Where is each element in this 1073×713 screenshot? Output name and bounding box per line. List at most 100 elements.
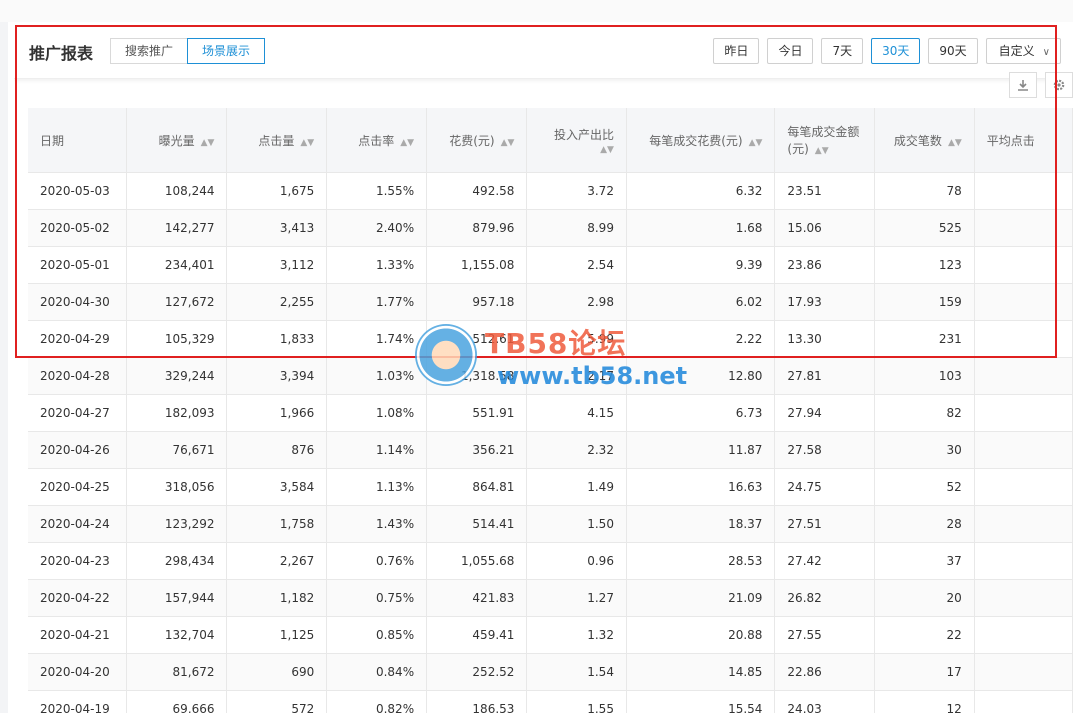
cell-cost-per-order: 11.87: [626, 431, 776, 469]
sort-icon[interactable]: ▲▼: [948, 138, 962, 148]
cell-date: 2020-04-26: [28, 431, 128, 469]
range-today-button[interactable]: 今日: [767, 38, 814, 64]
cell-avg-click: [974, 542, 1073, 580]
cell-ctr: 1.03%: [326, 357, 428, 395]
cell-cost-per-order: 6.73: [626, 394, 776, 432]
sort-icon[interactable]: ▲▼: [749, 138, 763, 148]
cell-clicks: 1,966: [226, 394, 328, 432]
table-row: 2020-05-03 108,244 1,675 1.55% 492.58 3.72 6.3…: [28, 172, 1073, 210]
cell-avg-click: [974, 357, 1073, 395]
custom-range-dropdown[interactable]: 自定义 ∨: [985, 38, 1061, 64]
cell-impressions: 182,093: [126, 394, 228, 432]
column-cost-per-order[interactable]: 每笔成交花费(元) ▲▼: [626, 108, 776, 173]
date-range-selector: 昨日 今日 7天 30天 90天 自定义 ∨: [713, 38, 1061, 64]
cell-roi: 2.32: [526, 431, 627, 469]
table-row: 2020-05-01 234,401 3,112 1.33% 1,155.08 2.54 9…: [28, 246, 1073, 284]
cell-avg-click: [974, 283, 1073, 321]
cell-roi: 1.54: [526, 653, 627, 691]
cell-spend: 1,055.68: [426, 542, 528, 580]
cell-order-count: 123: [874, 246, 975, 284]
sort-icon[interactable]: ▲▼: [201, 138, 215, 148]
sort-icon[interactable]: ▲▼: [501, 138, 515, 148]
column-ctr[interactable]: 点击率 ▲▼: [326, 108, 428, 173]
report-type-toggle: 搜索推广 场景展示: [110, 38, 266, 64]
column-amount-per-order[interactable]: 每笔成交金额(元) ▲▼: [774, 108, 876, 173]
tab-scene-display[interactable]: 场景展示: [187, 38, 266, 64]
cell-cost-per-order: 6.32: [626, 172, 776, 210]
tab-search-promotion[interactable]: 搜索推广: [110, 38, 189, 64]
cell-impressions: 108,244: [126, 172, 228, 210]
cell-spend: 957.18: [426, 283, 528, 321]
range-30days-button[interactable]: 30天: [871, 38, 921, 64]
range-90days-button[interactable]: 90天: [928, 38, 978, 64]
cell-order-count: 231: [874, 320, 975, 358]
table-row: 2020-04-23 298,434 2,267 0.76% 1,055.68 0.96 2…: [28, 542, 1073, 580]
cell-avg-click: [974, 616, 1073, 654]
cell-cost-per-order: 20.88: [626, 616, 776, 654]
report-header: 推广报表 搜索推广 场景展示 昨日 今日 7天 30天 90天 自定义 ∨: [14, 22, 1073, 79]
cell-ctr: 0.85%: [326, 616, 428, 654]
cell-order-count: 17: [874, 653, 975, 691]
cell-clicks: 1,758: [226, 505, 328, 543]
cell-roi: 5.99: [526, 320, 627, 358]
cell-clicks: 2,255: [226, 283, 328, 321]
range-yesterday-button[interactable]: 昨日: [713, 38, 760, 64]
cell-ctr: 0.76%: [326, 542, 428, 580]
cell-ctr: 0.82%: [326, 690, 428, 713]
column-roi[interactable]: 投入产出比 ▲▼: [526, 108, 627, 173]
cell-spend: 252.52: [426, 653, 528, 691]
cell-order-count: 525: [874, 209, 975, 247]
cell-spend: 186.53: [426, 690, 528, 713]
gear-icon[interactable]: [1045, 72, 1073, 98]
column-date: 日期: [28, 108, 128, 173]
cell-amount-per-order: 24.75: [774, 468, 876, 506]
cell-clicks: 2,267: [226, 542, 328, 580]
report-table: 日期 曝光量 ▲▼ 点击量 ▲▼ 点击率 ▲▼ 花费(元) ▲▼ 投入产出比 ▲▼ 每笔成…: [28, 108, 1073, 713]
cell-clicks: 1,675: [226, 172, 328, 210]
column-impressions[interactable]: 曝光量 ▲▼: [126, 108, 228, 173]
cell-order-count: 28: [874, 505, 975, 543]
left-sidebar-strip: [0, 0, 8, 713]
cell-order-count: 22: [874, 616, 975, 654]
cell-avg-click: [974, 172, 1073, 210]
cell-order-count: 20: [874, 579, 975, 617]
column-order-count[interactable]: 成交笔数 ▲▼: [874, 108, 975, 173]
column-clicks[interactable]: 点击量 ▲▼: [226, 108, 328, 173]
cell-date: 2020-04-20: [28, 653, 128, 691]
cell-clicks: 3,394: [226, 357, 328, 395]
column-spend[interactable]: 花费(元) ▲▼: [426, 108, 528, 173]
cell-date: 2020-04-24: [28, 505, 128, 543]
cell-spend: 421.83: [426, 579, 528, 617]
cell-cost-per-order: 14.85: [626, 653, 776, 691]
range-7days-button[interactable]: 7天: [821, 38, 864, 64]
cell-cost-per-order: 28.53: [626, 542, 776, 580]
cell-date: 2020-04-28: [28, 357, 128, 395]
cell-amount-per-order: 22.86: [774, 653, 876, 691]
sort-icon[interactable]: ▲▼: [815, 146, 829, 156]
cell-spend: 864.81: [426, 468, 528, 506]
sort-icon[interactable]: ▲▼: [539, 145, 614, 155]
cell-date: 2020-04-25: [28, 468, 128, 506]
cell-roi: 4.15: [526, 394, 627, 432]
cell-date: 2020-04-23: [28, 542, 128, 580]
cell-clicks: 876: [226, 431, 328, 469]
cell-ctr: 1.55%: [326, 172, 428, 210]
table-body: 2020-05-03 108,244 1,675 1.55% 492.58 3.72 6.3…: [28, 172, 1073, 713]
sort-icon[interactable]: ▲▼: [300, 138, 314, 148]
cell-roi: 1.55: [526, 690, 627, 713]
cell-ctr: 1.08%: [326, 394, 428, 432]
table-row: 2020-04-30 127,672 2,255 1.77% 957.18 2.98 6.0…: [28, 283, 1073, 321]
cell-avg-click: [974, 209, 1073, 247]
download-icon[interactable]: [1009, 72, 1037, 98]
cell-clicks: 1,125: [226, 616, 328, 654]
cell-date: 2020-04-27: [28, 394, 128, 432]
cell-ctr: 2.40%: [326, 209, 428, 247]
cell-roi: 1.49: [526, 468, 627, 506]
cell-date: 2020-05-03: [28, 172, 128, 210]
cell-order-count: 78: [874, 172, 975, 210]
cell-amount-per-order: 15.06: [774, 209, 876, 247]
cell-roi: 1.27: [526, 579, 627, 617]
sort-icon[interactable]: ▲▼: [400, 138, 414, 148]
cell-cost-per-order: 9.39: [626, 246, 776, 284]
report-panel: 推广报表 搜索推广 场景展示 昨日 今日 7天 30天 90天 自定义 ∨ 日期…: [14, 22, 1073, 713]
